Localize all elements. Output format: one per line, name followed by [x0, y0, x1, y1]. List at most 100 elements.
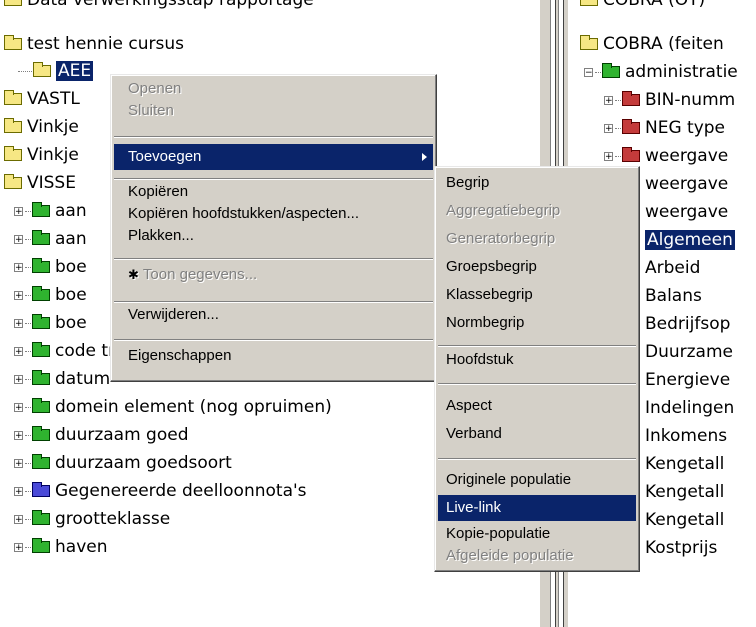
tree-connector [25, 462, 31, 464]
tree-item-label: VASTL [27, 89, 80, 109]
tree-item[interactable]: VASTL [4, 85, 80, 113]
tree-item-label: boe [55, 257, 87, 277]
expand-icon[interactable]: + [14, 234, 23, 244]
menu-separator [438, 458, 636, 460]
green-folder-icon [32, 426, 50, 441]
tree-item[interactable]: + boe [14, 253, 87, 281]
green-folder-icon [32, 286, 50, 301]
menu-item-open[interactable]: Openen [114, 78, 433, 100]
expand-icon[interactable]: + [14, 514, 23, 524]
tree-item[interactable]: Vinkje [4, 141, 79, 169]
folder-icon [4, 35, 22, 50]
submenu-item-aspect[interactable]: Aspect [438, 395, 636, 417]
folder-icon [4, 0, 22, 6]
collapse-icon[interactable]: − [584, 67, 593, 77]
submenu-item-generator[interactable]: Generatorbegrip [438, 228, 636, 250]
menu-item-copy-chapters[interactable]: Kopiëren hoofdstukken/aspecten... [114, 203, 433, 225]
tree-item-label: Data verwerkingsstap rapportage [27, 0, 314, 10]
submenu-arrow-icon [422, 153, 427, 161]
tree-item[interactable]: + duurzaam goedsoort [14, 449, 232, 477]
expand-icon[interactable]: + [604, 151, 613, 161]
tree-connector [25, 490, 31, 492]
tree-item[interactable]: + domein element (nog opruimen) [14, 393, 332, 421]
tree-item[interactable]: COBRA (feiten [580, 30, 724, 58]
tree-item[interactable]: + Gegenereerde deelloonnota's [14, 477, 307, 505]
menu-item-copy[interactable]: Kopiëren [114, 181, 433, 203]
tree-item[interactable]: VISSE [4, 169, 76, 197]
expand-icon[interactable]: + [14, 346, 23, 356]
red-folder-icon [622, 147, 640, 162]
tree-item[interactable]: − administratie [584, 58, 738, 86]
tree-connector [18, 70, 32, 72]
tree-item[interactable]: + boe [14, 309, 87, 337]
expand-icon[interactable]: + [14, 430, 23, 440]
tree-item[interactable]: + grootteklasse [14, 505, 170, 533]
expand-icon[interactable]: + [14, 262, 23, 272]
tree-item[interactable]: + datum [14, 365, 110, 393]
menu-item-paste[interactable]: Plakken... [114, 225, 433, 247]
menu-item-delete[interactable]: Verwijderen... [114, 304, 433, 326]
green-folder-icon [32, 342, 50, 357]
menu-item-close[interactable]: Sluiten [114, 100, 433, 122]
expand-icon[interactable]: + [14, 542, 23, 552]
folder-icon [580, 0, 598, 6]
tree-item-label: NEG type [645, 118, 726, 138]
expand-icon[interactable]: + [14, 374, 23, 384]
submenu-item-derived-population[interactable]: Afgeleide populatie [438, 545, 636, 567]
menu-separator [114, 178, 433, 180]
green-folder-icon [602, 63, 620, 78]
tree-item-label: grootteklasse [55, 509, 171, 529]
green-folder-icon [32, 258, 50, 273]
tree-item-label: Vinkje [27, 117, 79, 137]
red-folder-icon [622, 91, 640, 106]
submenu-item-aggregate[interactable]: Aggregatiebegrip [438, 200, 636, 222]
submenu-item-relation[interactable]: Verband [438, 423, 636, 445]
submenu-item-group[interactable]: Groepsbegrip [438, 256, 636, 278]
expand-icon[interactable]: + [14, 318, 23, 328]
expand-icon[interactable]: + [14, 402, 23, 412]
tree-item-label: Kostprijs [645, 538, 718, 558]
submenu-item-chapter[interactable]: Hoofdstuk [438, 349, 636, 371]
tree-item[interactable]: + duurzaam goed [14, 421, 189, 449]
menu-item-properties[interactable]: Eigenschappen [114, 345, 433, 367]
submenu-item-class[interactable]: Klassebegrip [438, 284, 636, 306]
menu-separator [114, 258, 433, 260]
expand-icon[interactable]: + [14, 458, 23, 468]
submenu-item-copy-population[interactable]: Kopie-populatie [438, 523, 636, 545]
tree-item-label: boe [55, 285, 87, 305]
tree-item-label: Balans [645, 286, 702, 306]
tree-item[interactable]: COBRA (OT) [580, 0, 705, 14]
tree-item[interactable]: + aan [14, 197, 87, 225]
tree-item-label: BIN-numm [645, 90, 736, 110]
tree-connector [25, 210, 31, 212]
tree-item[interactable]: Data verwerkingsstap rapportage [4, 0, 314, 14]
tree-item[interactable]: test hennie cursus [4, 30, 184, 58]
expand-icon[interactable]: + [604, 123, 613, 133]
tree-item[interactable]: Vinkje [4, 113, 79, 141]
expand-icon[interactable]: + [14, 486, 23, 496]
tree-connector [595, 71, 601, 73]
submenu-item-concept[interactable]: Begrip [438, 172, 636, 194]
tree-item-label: administratie [625, 62, 738, 82]
expand-icon[interactable]: + [604, 95, 613, 105]
tree-item[interactable]: + BIN-numm [604, 86, 735, 114]
add-submenu: Begrip Aggregatiebegrip Generatorbegrip … [434, 166, 640, 572]
green-folder-icon [32, 202, 50, 217]
context-menu: Openen Sluiten Toevoegen Kopiëren Kopiër… [110, 74, 437, 382]
expand-icon[interactable]: + [14, 290, 23, 300]
submenu-item-live-link[interactable]: Live-link [438, 495, 636, 521]
tree-item[interactable]: + haven [14, 533, 108, 561]
expand-icon[interactable]: + [14, 206, 23, 216]
menu-item-add[interactable]: Toevoegen [114, 144, 433, 170]
tree-item-label: AEE [56, 61, 94, 81]
folder-icon [4, 146, 22, 161]
menu-item-show-data[interactable]: ✱ Toon gegevens... [114, 264, 433, 286]
tree-connector [615, 155, 621, 157]
tree-item-label: Gegenereerde deelloonnota's [55, 481, 307, 501]
submenu-item-norm[interactable]: Normbegrip [438, 312, 636, 334]
tree-item[interactable]: + aan [14, 225, 87, 253]
tree-item[interactable]: + NEG type [604, 114, 725, 142]
submenu-item-original-population[interactable]: Originele populatie [438, 469, 636, 491]
tree-item[interactable]: + boe [14, 281, 87, 309]
tree-item-selected[interactable]: AEE [18, 57, 94, 85]
